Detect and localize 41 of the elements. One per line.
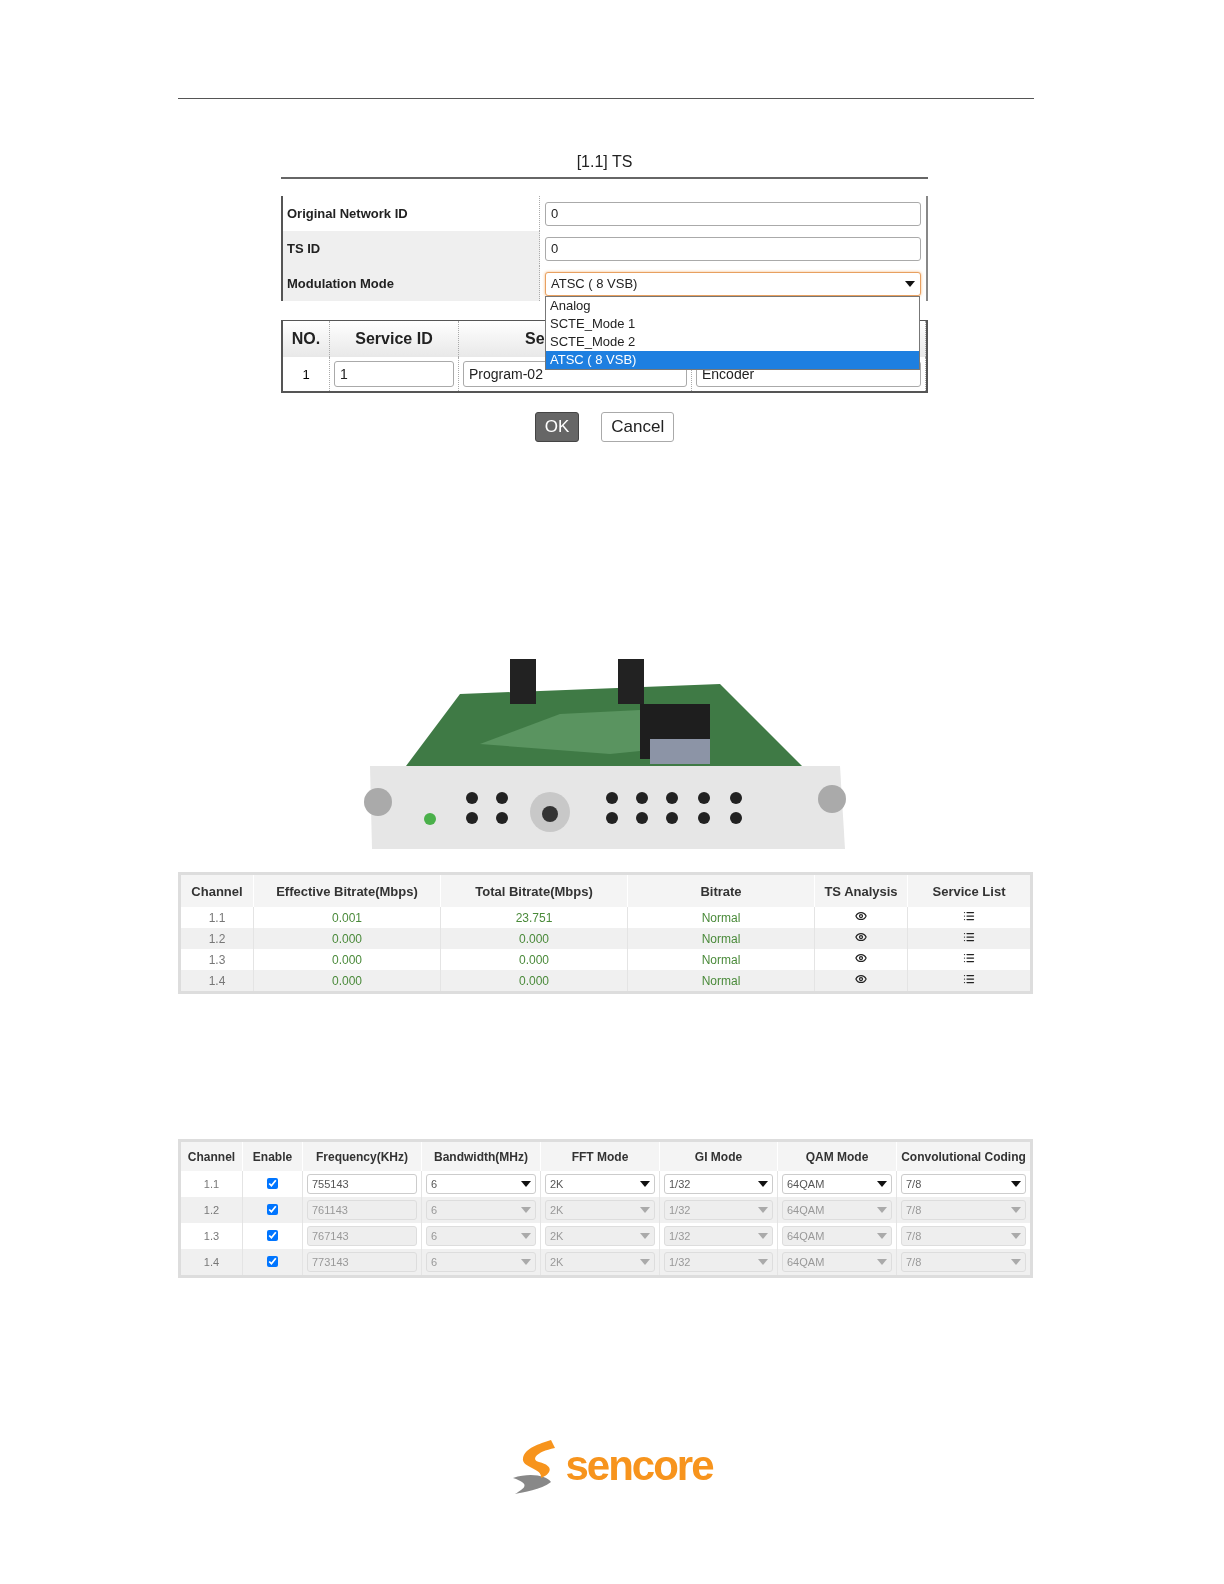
field-label: Modulation Mode	[283, 266, 540, 301]
column-header: QAM Mode	[777, 1140, 897, 1171]
table-cell: 0.000	[253, 970, 441, 993]
column-header: Channel	[179, 873, 254, 907]
column-header: Effective Bitrate(Mbps)	[253, 873, 441, 907]
column-header: Enable	[242, 1140, 303, 1171]
table-cell: Normal	[627, 949, 815, 970]
table-cell: Normal	[627, 907, 815, 928]
table-cell: 1.4	[179, 1249, 243, 1277]
table-cell: 1.3	[179, 949, 254, 970]
dialog-title: [1.1] TS	[281, 153, 928, 179]
table-cell: 1.4	[179, 970, 254, 993]
table-cell: 0.000	[440, 949, 628, 970]
column-header: Service ID	[330, 321, 459, 357]
table-cell: 0.000	[253, 928, 441, 949]
column-header: Total Bitrate(Mbps)	[440, 873, 628, 907]
column-header: Frequency(KHz)	[302, 1140, 422, 1171]
table-cell: 1	[283, 357, 330, 391]
column-header: Bandwidth(MHz)	[421, 1140, 541, 1171]
table-cell: 0.000	[440, 970, 628, 993]
table-cell: 0.000	[253, 949, 441, 970]
table-cell: Normal	[627, 928, 815, 949]
column-header: TS Analysis	[814, 873, 908, 907]
table-cell: 1.1	[179, 907, 254, 928]
column-header: GI Mode	[659, 1140, 778, 1171]
table-cell: 1.1	[179, 1171, 243, 1197]
field-label: TS ID	[283, 231, 540, 266]
column-header: NO.	[283, 321, 330, 357]
column-header: Convolutional Coding	[896, 1140, 1032, 1171]
column-header: Service List	[907, 873, 1032, 907]
table-cell: 0.000	[440, 928, 628, 949]
column-header: FFT Mode	[540, 1140, 660, 1171]
table-cell: 23.751	[440, 907, 628, 928]
column-header: Channel	[179, 1140, 243, 1171]
table-cell: 1.2	[179, 1197, 243, 1223]
table-cell: 1.3	[179, 1223, 243, 1249]
table-cell: 1.2	[179, 928, 254, 949]
column-header: Bitrate	[627, 873, 815, 907]
table-cell: Normal	[627, 970, 815, 993]
table-cell: 0.001	[253, 907, 441, 928]
logo-text: sencore	[565, 1442, 713, 1490]
